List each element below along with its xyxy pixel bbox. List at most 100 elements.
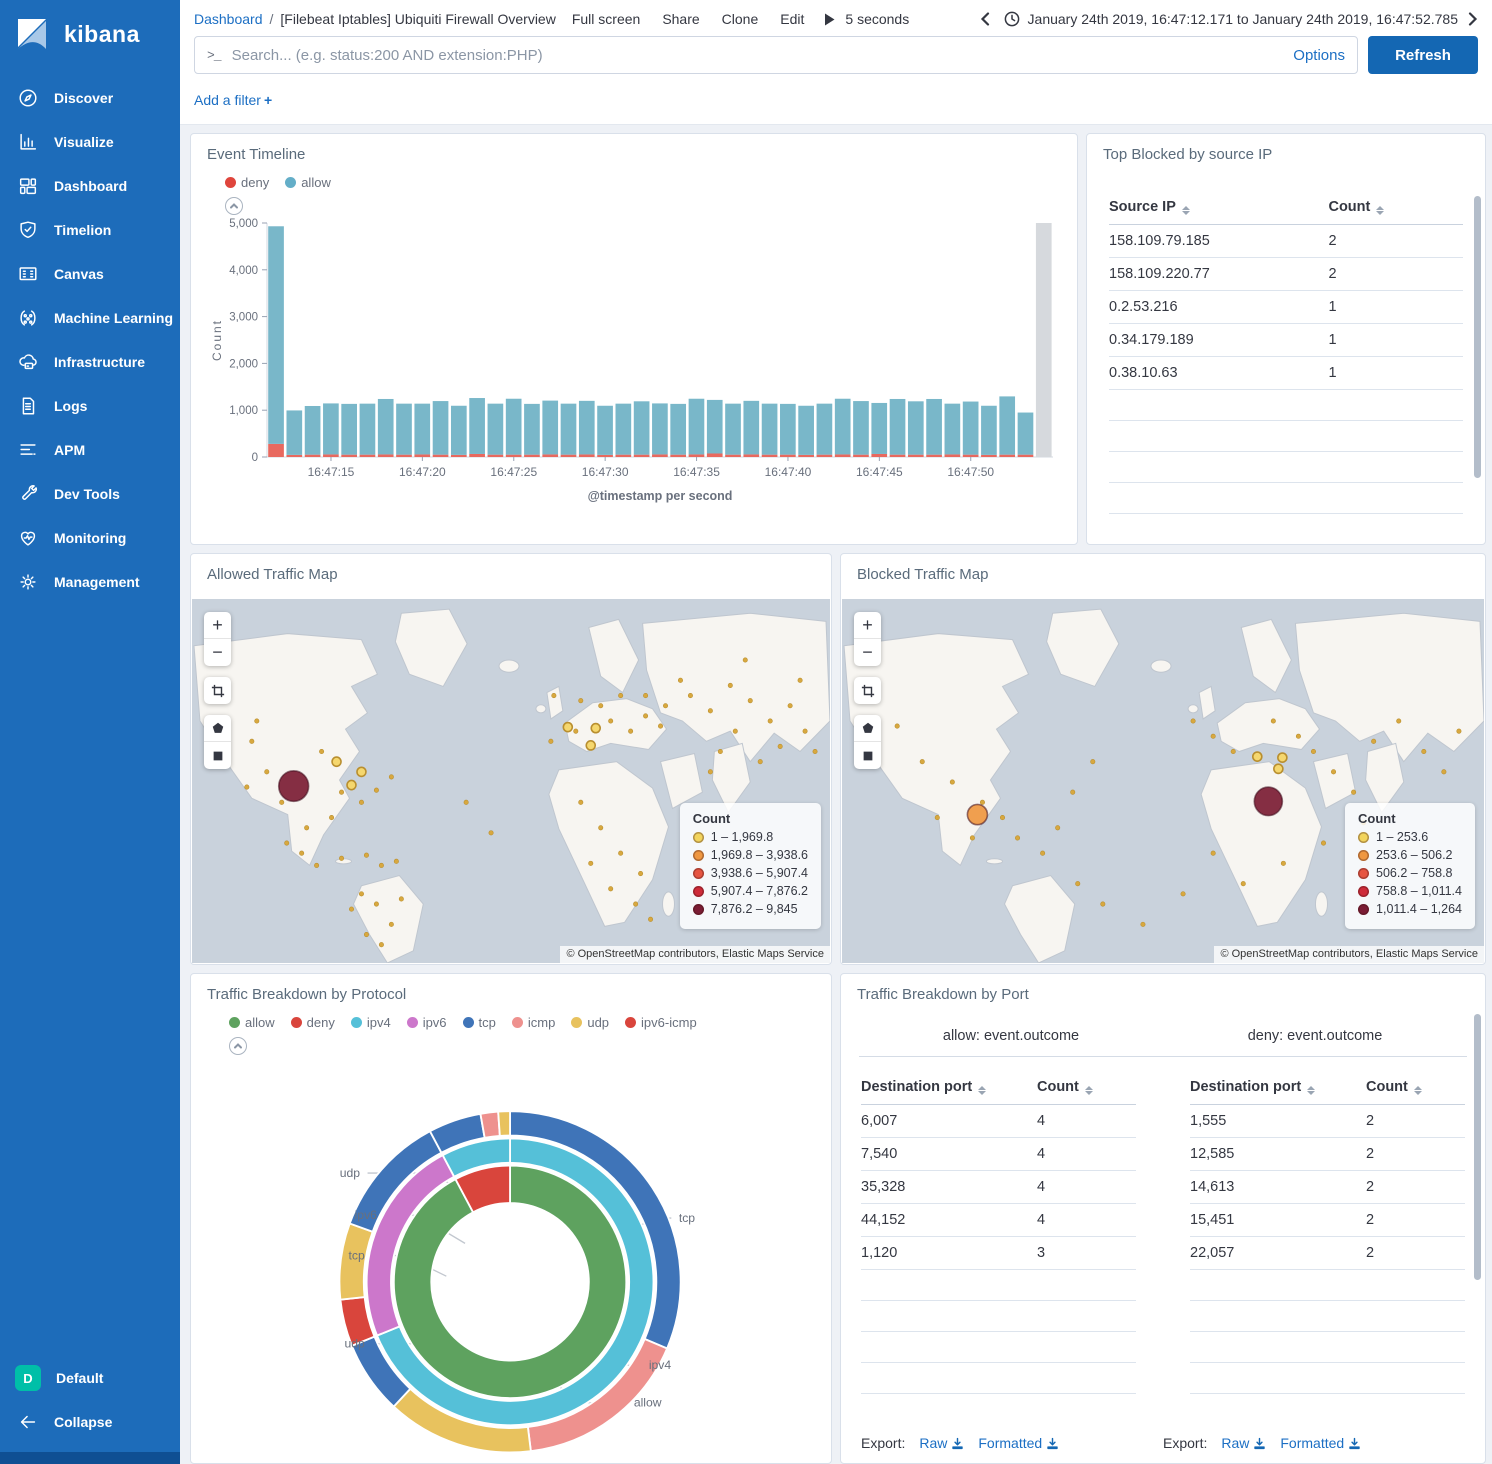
timeline-bar-deny[interactable]: [835, 454, 851, 457]
timeline-bar-deny[interactable]: [798, 455, 814, 457]
map-point[interactable]: [1274, 764, 1283, 773]
map-point[interactable]: [1253, 752, 1262, 761]
map-point[interactable]: [1055, 826, 1059, 830]
fit-data-bounds-button[interactable]: [204, 677, 231, 704]
sort-icon[interactable]: [1414, 1086, 1422, 1095]
map-point[interactable]: [374, 788, 378, 792]
map-point[interactable]: [364, 853, 368, 857]
map-point[interactable]: [633, 902, 637, 906]
map-point[interactable]: [332, 757, 341, 766]
map-point[interactable]: [1040, 851, 1044, 855]
timeline-bar-deny[interactable]: [469, 454, 485, 457]
timeline-bar-allow[interactable]: [835, 399, 851, 455]
legend-collapse-icon[interactable]: [225, 197, 243, 215]
map-point[interactable]: [1000, 815, 1004, 819]
timeline-bar-deny[interactable]: [963, 455, 979, 457]
legend-collapse-icon[interactable]: [229, 1037, 247, 1055]
sidebar-item-default-space[interactable]: D Default: [0, 1356, 180, 1400]
timeline-bar-allow[interactable]: [542, 401, 558, 455]
map-point[interactable]: [347, 780, 356, 789]
timeline-bar-allow[interactable]: [798, 406, 814, 455]
play-icon[interactable]: [824, 13, 835, 26]
map-point[interactable]: [1015, 836, 1019, 840]
export-raw-link[interactable]: Raw: [1221, 1435, 1266, 1451]
map-point[interactable]: [489, 831, 493, 835]
map-point[interactable]: [895, 724, 899, 728]
map-point[interactable]: [379, 863, 383, 867]
map-point[interactable]: [389, 775, 393, 779]
map-point[interactable]: [319, 749, 323, 753]
draw-rectangle-button[interactable]: [854, 742, 881, 769]
legend-item-udp[interactable]: udp: [571, 1015, 609, 1030]
timeline-bar-allow[interactable]: [981, 406, 997, 455]
sort-icon[interactable]: [1085, 1086, 1093, 1095]
map-point[interactable]: [285, 841, 289, 845]
map-point[interactable]: [628, 729, 632, 733]
map-point[interactable]: [618, 693, 622, 697]
breadcrumb-dashboard[interactable]: Dashboard: [194, 11, 263, 27]
map-point[interactable]: [552, 693, 556, 697]
map-point[interactable]: [813, 749, 817, 753]
time-range[interactable]: January 24th 2019, 16:47:12.171 to Janua…: [1028, 11, 1458, 27]
timeline-bar-allow[interactable]: [707, 400, 723, 454]
timeline-bar-deny[interactable]: [999, 455, 1015, 457]
map-point[interactable]: [608, 887, 612, 891]
map-point[interactable]: [1321, 841, 1325, 845]
sidebar-item-monitoring[interactable]: Monitoring: [0, 516, 180, 560]
timeline-bar-allow[interactable]: [268, 226, 284, 444]
refresh-interval[interactable]: 5 seconds: [845, 11, 909, 27]
timeline-bar-allow[interactable]: [360, 404, 376, 455]
sort-icon[interactable]: [1376, 206, 1384, 215]
map-point[interactable]: [349, 907, 353, 911]
map-point[interactable]: [935, 815, 939, 819]
fit-data-bounds-button[interactable]: [854, 677, 881, 704]
timeline-bar-deny[interactable]: [817, 455, 833, 457]
column-header-destination-port[interactable]: Destination port: [1190, 1071, 1366, 1105]
map-point[interactable]: [245, 785, 249, 789]
kibana-logo[interactable]: kibana: [0, 0, 180, 76]
timeline-bar-allow[interactable]: [762, 404, 778, 455]
sidebar-item-timelion[interactable]: Timelion: [0, 208, 180, 252]
map-point[interactable]: [1397, 719, 1401, 723]
timeline-bar-deny[interactable]: [579, 454, 595, 457]
timeline-bar-allow[interactable]: [908, 401, 924, 454]
timeline-bar-deny[interactable]: [634, 455, 650, 457]
timeline-bar-deny[interactable]: [561, 455, 577, 457]
timeline-bar-allow[interactable]: [725, 404, 741, 455]
legend-item-allow[interactable]: allow: [229, 1015, 275, 1030]
map-point[interactable]: [1191, 719, 1195, 723]
map-point[interactable]: [748, 698, 752, 702]
map-point[interactable]: [591, 724, 600, 733]
timeline-bar-deny[interactable]: [616, 455, 632, 457]
sidebar-item-canvas[interactable]: Canvas: [0, 252, 180, 296]
timeline-bar-deny[interactable]: [524, 455, 540, 457]
search-bar[interactable]: >_ Options: [194, 36, 1358, 74]
timeline-bar-deny[interactable]: [762, 455, 778, 457]
sunburst-segment-icmp[interactable]: [480, 1112, 499, 1138]
map-point[interactable]: [1457, 729, 1461, 733]
map-point[interactable]: [803, 729, 807, 733]
map-point[interactable]: [708, 770, 712, 774]
map-point[interactable]: [1076, 881, 1080, 885]
map-point[interactable]: [599, 704, 603, 708]
timeline-bar-allow[interactable]: [323, 403, 339, 454]
map-point[interactable]: [708, 709, 712, 713]
legend-item-ipv4[interactable]: ipv4: [351, 1015, 391, 1030]
map-point[interactable]: [1351, 790, 1355, 794]
map-point[interactable]: [1371, 739, 1375, 743]
refresh-button[interactable]: Refresh: [1368, 36, 1478, 74]
timeline-bar-deny[interactable]: [433, 455, 449, 457]
menu-item-share[interactable]: Share: [662, 11, 699, 27]
time-forward-button[interactable]: [1468, 12, 1478, 26]
column-header-count[interactable]: Count: [1328, 191, 1463, 225]
map-point[interactable]: [608, 719, 612, 723]
map-point[interactable]: [1141, 922, 1145, 926]
sidebar-item-machine-learning[interactable]: Machine Learning: [0, 296, 180, 340]
map-point[interactable]: [798, 678, 802, 682]
map-point[interactable]: [733, 729, 737, 733]
map-point[interactable]: [359, 892, 363, 896]
map-point[interactable]: [743, 658, 747, 662]
map-point[interactable]: [255, 719, 259, 723]
timeline-bar-deny[interactable]: [780, 455, 796, 457]
timeline-bar-deny[interactable]: [945, 454, 961, 457]
